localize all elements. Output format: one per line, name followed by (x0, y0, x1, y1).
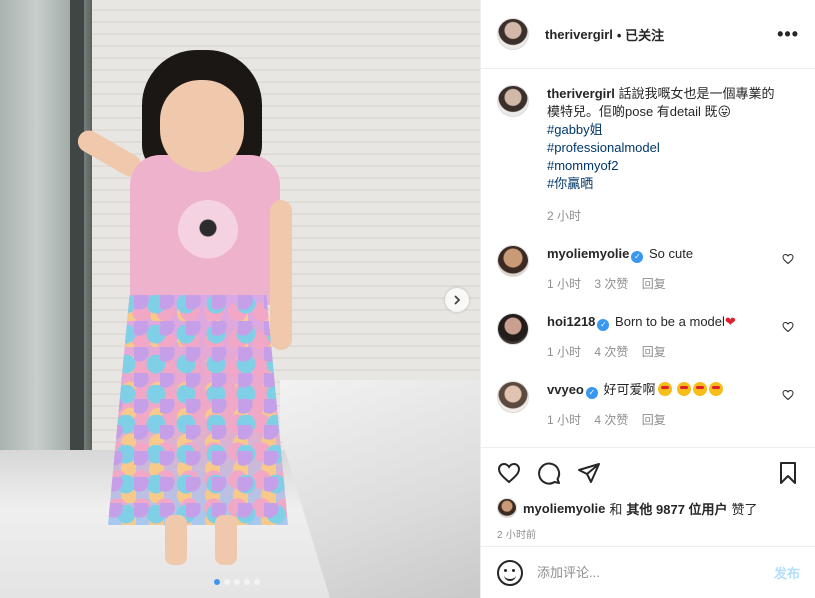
reply-button[interactable]: 回复 (642, 345, 666, 359)
caption: therivergirl 話說我嘅女也是一個專業的模特兒。佢啲pose 有det… (497, 85, 800, 225)
heart-outline-icon[interactable] (782, 389, 794, 404)
right-arm (270, 200, 292, 350)
hashtag-link[interactable]: #你贏晒 (547, 175, 787, 193)
heart-outline-icon[interactable] (782, 253, 794, 268)
avatar[interactable] (497, 18, 529, 50)
comment-item: hoi1218 ✓ Born to be a model❤ 1 小时 4 次赞 回… (497, 313, 800, 361)
comment-time[interactable]: 1 小时 (547, 277, 581, 291)
carousel-dot (254, 579, 260, 585)
comment-username[interactable]: hoi1218 (547, 314, 595, 329)
add-comment-bar: 发布 (481, 546, 815, 598)
carousel-indicator (214, 579, 260, 585)
post-panel: therivergirl • 已关注 ••• therivergirl 話說我嘅… (480, 0, 815, 598)
comment-input[interactable] (537, 565, 774, 580)
avatar[interactable] (497, 313, 529, 345)
smiley-icon[interactable] (497, 559, 523, 586)
post-image[interactable] (0, 0, 480, 598)
caption-time: 2 小时 (547, 209, 582, 223)
more-horizontal-icon[interactable]: ••• (777, 24, 799, 45)
chevron-right-icon[interactable] (445, 288, 469, 312)
avatar[interactable] (497, 85, 529, 117)
comment-item: myoliemyolie ✓ So cute 1 小时 3 次赞 回复 (497, 245, 800, 293)
verified-badge-icon: ✓ (585, 387, 598, 399)
post-header: therivergirl • 已关注 ••• (481, 0, 815, 69)
comment-likes[interactable]: 4 次赞 (594, 413, 628, 427)
sequin-skirt (108, 295, 288, 525)
comment-text: So cute (649, 246, 694, 261)
following-status[interactable]: • 已关注 (617, 25, 664, 44)
post-timestamp[interactable]: 2 小时前 (497, 526, 800, 541)
comment-text: 好可爱啊 (603, 382, 656, 397)
avatar[interactable] (497, 245, 529, 277)
comments-list[interactable]: therivergirl 話說我嘅女也是一個專業的模特兒。佢啲pose 有det… (481, 69, 815, 447)
red-heart-icon: ❤ (724, 314, 736, 329)
verified-badge-icon: ✓ (631, 251, 644, 263)
right-leg (215, 515, 237, 565)
comment-item: vvyeo ✓ 好可爱啊 1 小时 4 次赞 回复 (497, 381, 800, 429)
star-struck-emoji-icon (693, 382, 708, 396)
shirt-print (178, 200, 238, 270)
carousel-dot (244, 579, 250, 585)
left-leg (165, 515, 187, 565)
likes-summary: myoliemyolie 和 其他 9877 位用户 赞了 (497, 498, 800, 518)
comment-time[interactable]: 1 小时 (547, 345, 581, 359)
hashtag-link[interactable]: #mommyof2 (547, 157, 787, 175)
paper-plane-icon[interactable] (577, 461, 601, 485)
hashtag-link[interactable]: #professionalmodel (547, 139, 787, 157)
bookmark-icon[interactable] (776, 461, 800, 485)
caption-username[interactable]: therivergirl (547, 86, 615, 101)
avatar[interactable] (497, 498, 517, 518)
heart-outline-icon[interactable] (782, 321, 794, 336)
carousel-dot (214, 579, 220, 585)
actions-area: myoliemyolie 和 其他 9877 位用户 赞了 2 小时前 (481, 447, 815, 541)
action-bar (497, 458, 800, 488)
comment-icon[interactable] (537, 461, 561, 485)
reply-button[interactable]: 回复 (642, 413, 666, 427)
girl-figure (70, 40, 300, 580)
post-comment-button[interactable]: 发布 (774, 563, 800, 582)
star-struck-emoji-icon (677, 382, 692, 396)
comment-text: Born to be a model (615, 314, 725, 329)
liker-username[interactable]: myoliemyolie (523, 501, 605, 516)
star-struck-emoji-icon (709, 382, 724, 396)
heart-outline-icon[interactable] (497, 461, 521, 485)
comment-likes[interactable]: 3 次赞 (594, 277, 628, 291)
comment-likes[interactable]: 4 次赞 (594, 345, 628, 359)
comment-username[interactable]: myoliemyolie (547, 246, 629, 261)
comment-username[interactable]: vvyeo (547, 382, 584, 397)
avatar[interactable] (497, 381, 529, 413)
verified-badge-icon: ✓ (597, 319, 610, 331)
likes-and: 和 (609, 501, 623, 517)
header-username[interactable]: therivergirl (545, 27, 613, 42)
star-struck-emoji-icon (657, 382, 672, 396)
hashtag-link[interactable]: #gabby姐 (547, 121, 787, 139)
carousel-dot (234, 579, 240, 585)
instagram-post: therivergirl • 已关注 ••• therivergirl 話說我嘅… (0, 0, 815, 598)
face (160, 80, 244, 172)
comment-time[interactable]: 1 小时 (547, 413, 581, 427)
carousel-dot (224, 579, 230, 585)
reply-button[interactable]: 回复 (642, 277, 666, 291)
likes-others-link[interactable]: 其他 9877 位用户 (626, 499, 727, 518)
likes-verb: 赞了 (731, 501, 758, 517)
